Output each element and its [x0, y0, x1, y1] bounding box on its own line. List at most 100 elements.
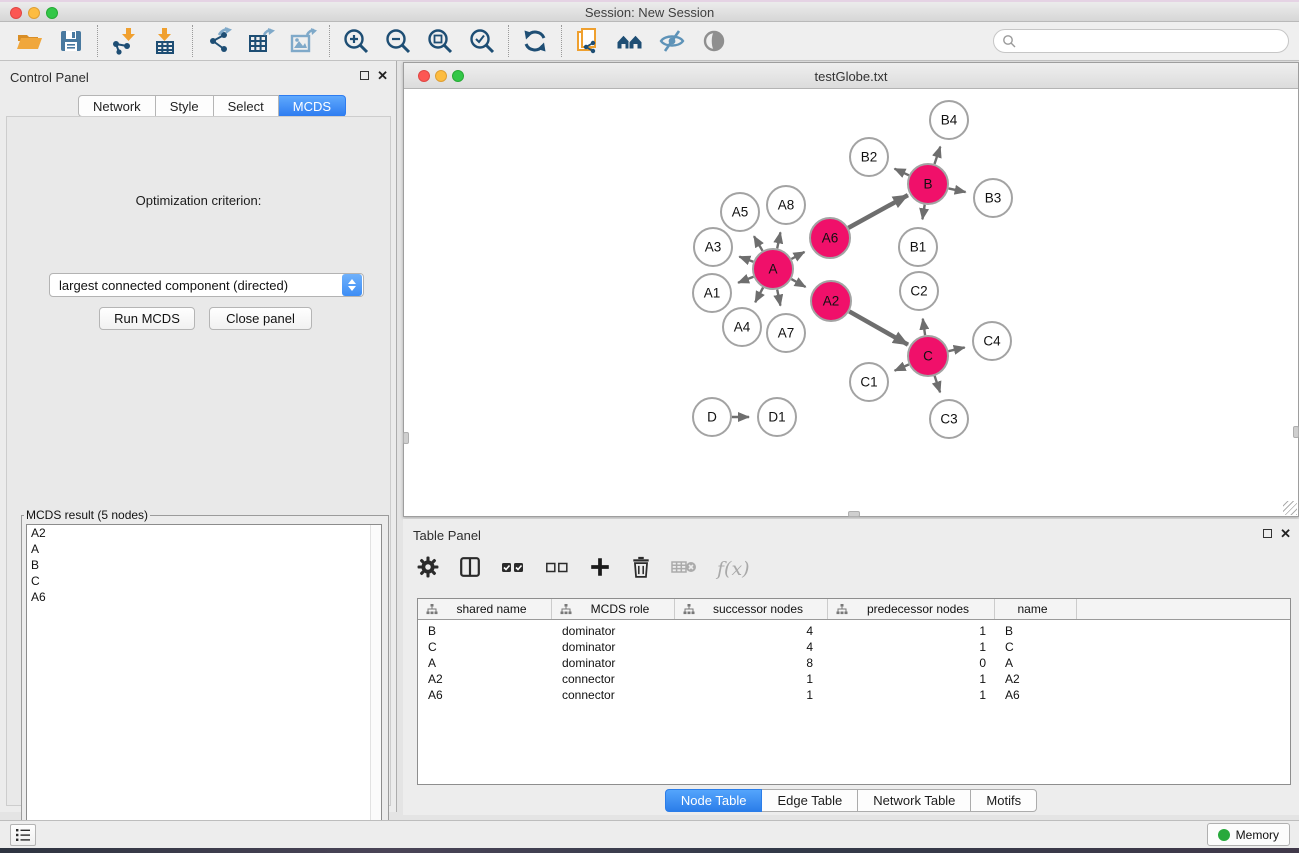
mcds-result-item[interactable]: A2 [27, 525, 381, 541]
first-neighbors-button[interactable] [609, 25, 651, 57]
graph-node[interactable]: B2 [850, 138, 888, 176]
tab-edge-table[interactable]: Edge Table [762, 789, 858, 812]
graph-node[interactable]: A3 [694, 228, 732, 266]
zoom-in-button[interactable] [335, 25, 377, 57]
graph-edge[interactable] [755, 288, 763, 303]
graph-edge[interactable] [923, 319, 925, 336]
table-row[interactable]: A6connector11A6 [418, 687, 1290, 703]
mcds-result-item[interactable]: B [27, 557, 381, 573]
graph-node[interactable]: C4 [973, 322, 1011, 360]
graph-node[interactable]: A [753, 249, 793, 289]
run-mcds-button[interactable]: Run MCDS [99, 307, 195, 330]
graph-node[interactable]: B3 [974, 179, 1012, 217]
tab-node-table[interactable]: Node Table [665, 789, 763, 812]
column-header-predecessor-nodes[interactable]: predecessor nodes [828, 599, 995, 619]
zoom-selected-button[interactable] [461, 25, 503, 57]
graph-node[interactable]: C2 [900, 272, 938, 310]
select-all-button[interactable] [501, 557, 525, 582]
settings-gear-button[interactable] [417, 556, 439, 583]
graph-edge[interactable] [895, 365, 909, 371]
open-session-button[interactable] [8, 25, 50, 57]
search-input[interactable] [1017, 34, 1280, 48]
graph-edge[interactable] [848, 195, 908, 228]
table-row[interactable]: Bdominator41B [418, 623, 1290, 639]
graph-edge[interactable] [935, 147, 941, 164]
table-row[interactable]: Cdominator41C [418, 639, 1290, 655]
mcds-result-list[interactable]: A2ABCA6 [26, 524, 382, 853]
network-window-titlebar[interactable]: testGlobe.txt [404, 63, 1298, 89]
graph-edge[interactable] [739, 257, 753, 262]
column-header-mcds-role[interactable]: MCDS role [552, 599, 675, 619]
graph-edge[interactable] [949, 188, 966, 192]
tab-motifs[interactable]: Motifs [971, 789, 1037, 812]
table-row[interactable]: Adominator80A [418, 655, 1290, 671]
new-network-from-selection-button[interactable] [567, 25, 609, 57]
graph-edge[interactable] [922, 205, 924, 220]
graph-node[interactable]: A1 [693, 274, 731, 312]
graph-edge[interactable] [738, 277, 753, 283]
float-table-panel-button[interactable] [1263, 529, 1272, 538]
split-handle-bottom[interactable] [848, 511, 860, 517]
graph-edge[interactable] [791, 279, 805, 287]
graph-edge[interactable] [777, 232, 780, 248]
close-panel-button[interactable]: Close panel [209, 307, 312, 330]
table-row[interactable]: A2connector11A2 [418, 671, 1290, 687]
show-all-button[interactable] [693, 25, 735, 57]
graph-node[interactable]: D [693, 398, 731, 436]
close-table-panel-button[interactable]: ✕ [1280, 528, 1291, 539]
hide-selected-button[interactable] [651, 25, 693, 57]
tab-network[interactable]: Network [78, 95, 156, 117]
mcds-result-item[interactable]: A [27, 541, 381, 557]
import-network-button[interactable] [103, 25, 145, 57]
mcds-result-item[interactable]: A6 [27, 589, 381, 605]
zoom-fit-button[interactable] [419, 25, 461, 57]
close-control-panel-button[interactable]: ✕ [377, 70, 388, 81]
tab-style[interactable]: Style [156, 95, 214, 117]
graph-node[interactable]: A6 [810, 218, 850, 258]
graph-node[interactable]: A5 [721, 193, 759, 231]
function-builder-button[interactable]: f(x) [717, 558, 750, 580]
zoom-out-button[interactable] [377, 25, 419, 57]
tab-select[interactable]: Select [214, 95, 279, 117]
graph-node[interactable]: B [908, 164, 948, 204]
graph-node[interactable]: B1 [899, 228, 937, 266]
tab-mcds[interactable]: MCDS [279, 95, 346, 117]
tab-network-table[interactable]: Network Table [858, 789, 971, 812]
column-header-successor-nodes[interactable]: successor nodes [675, 599, 828, 619]
criterion-select[interactable]: largest connected component (directed) [49, 273, 364, 297]
graph-node[interactable]: A2 [811, 281, 851, 321]
refresh-button[interactable] [514, 25, 556, 57]
column-header-shared-name[interactable]: shared name [418, 599, 552, 619]
graph-edge[interactable] [791, 252, 804, 259]
float-control-panel-button[interactable] [360, 71, 369, 80]
memory-button[interactable]: Memory [1207, 823, 1290, 846]
split-handle-right[interactable] [1293, 426, 1299, 438]
mcds-result-item[interactable]: C [27, 573, 381, 589]
export-network-button[interactable] [198, 25, 240, 57]
delete-table-button[interactable] [671, 558, 697, 581]
import-table-button[interactable] [145, 25, 187, 57]
resize-grip-icon[interactable] [1283, 501, 1297, 515]
split-handle-left[interactable] [403, 432, 409, 444]
delete-row-button[interactable] [631, 556, 651, 583]
graph-node[interactable]: D1 [758, 398, 796, 436]
graph-node[interactable]: A4 [723, 308, 761, 346]
export-table-button[interactable] [240, 25, 282, 57]
network-canvas[interactable]: B4B2BB3A8A5A6A3B1AA1C2A2A4A7C4CC1C3DD1 [405, 89, 1297, 515]
graph-edge[interactable] [754, 236, 763, 251]
graph-edge[interactable] [777, 290, 780, 306]
show-columns-button[interactable] [459, 556, 481, 583]
column-header-name[interactable]: name [995, 599, 1077, 619]
graph-node[interactable]: A8 [767, 186, 805, 224]
graph-node[interactable]: C3 [930, 400, 968, 438]
result-list-scrollbar[interactable] [370, 525, 381, 853]
search-field[interactable] [993, 29, 1289, 53]
graph-node[interactable]: B4 [930, 101, 968, 139]
unselect-all-button[interactable] [545, 557, 569, 582]
export-image-button[interactable] [282, 25, 324, 57]
graph-edge[interactable] [849, 311, 908, 344]
graph-edge[interactable] [895, 169, 909, 176]
graph-node[interactable]: C [908, 336, 948, 376]
graph-edge[interactable] [948, 347, 964, 351]
graph-edge[interactable] [935, 376, 941, 393]
